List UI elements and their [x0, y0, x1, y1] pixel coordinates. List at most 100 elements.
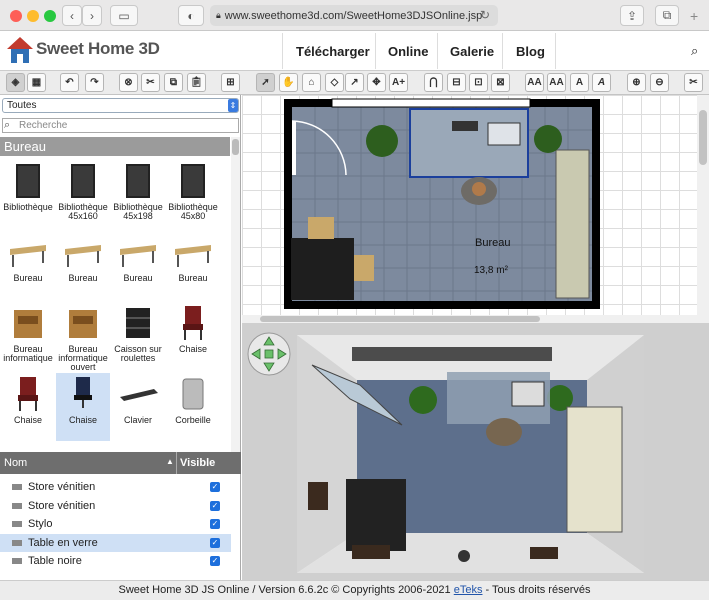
catalog-item-label: Bibliothèque 45x160	[58, 202, 108, 221]
sweethome-logo-icon[interactable]	[6, 35, 34, 65]
select-mode-button[interactable]: ➚	[256, 73, 275, 92]
share-button[interactable]: ⇪	[620, 5, 644, 26]
room-name-label[interactable]: Bureau	[475, 237, 510, 249]
search-input[interactable]: Recherche	[2, 118, 239, 133]
catalog-item[interactable]: Bibliothèque 45x198	[111, 160, 165, 228]
zoom-window-button[interactable]	[44, 10, 56, 22]
col-visible-header[interactable]: Visible	[180, 457, 215, 469]
catalog-item[interactable]: Bibliothèque 45x160	[56, 160, 110, 228]
catalog-item[interactable]: Bureau	[111, 231, 165, 299]
flip-button[interactable]: ⊡	[469, 73, 488, 92]
copy-button[interactable]: ⧉	[164, 73, 183, 92]
catalog-item[interactable]: Chaise	[1, 373, 55, 441]
zoom-out-button[interactable]: ⊖	[650, 73, 669, 92]
delete-button[interactable]: ⊗	[119, 73, 138, 92]
view-list-button[interactable]: ▦	[27, 73, 46, 92]
select-arrows-icon[interactable]: ⇕	[228, 99, 238, 112]
col-name-header[interactable]: Nom	[4, 457, 27, 469]
catalog-scrollbar[interactable]	[231, 137, 240, 452]
reload-icon[interactable]: ↻	[480, 8, 490, 22]
nav-galerie[interactable]: Galerie	[450, 31, 494, 71]
create-walls-button[interactable]: ⌂	[302, 73, 321, 92]
create-polylines-button[interactable]: ↗	[345, 73, 364, 92]
redo-button[interactable]: ↷	[85, 73, 104, 92]
create-rooms-button[interactable]: ◇	[325, 73, 344, 92]
close-window-button[interactable]	[10, 10, 22, 22]
undo-button[interactable]: ↶	[60, 73, 79, 92]
catalog-item[interactable]: Bureau	[56, 231, 110, 299]
catalog-item[interactable]: Clavier	[111, 373, 165, 441]
catalog-item-label: Chaise	[13, 415, 42, 425]
catalog-item[interactable]: Chaise	[166, 302, 220, 370]
view-catalog-button[interactable]: ◈	[6, 73, 25, 92]
search-icon[interactable]: ⌕	[691, 43, 698, 59]
plan-drawing[interactable]	[242, 95, 697, 323]
sidebar-toggle-button[interactable]: ▭	[110, 5, 138, 26]
forward-button[interactable]: ›	[82, 5, 102, 26]
catalog-group-header[interactable]: Bureau	[0, 137, 230, 156]
back-button[interactable]: ‹	[62, 5, 82, 26]
catalog-item-label: Bibliothèque 45x80	[168, 202, 218, 221]
furniture-table-header: Nom ▲ Visible	[0, 452, 241, 474]
tabs-button[interactable]: ⧉	[655, 5, 679, 26]
catalog-item[interactable]: Bureau	[166, 231, 220, 299]
site-logo[interactable]: Sweet Home 3D	[36, 39, 160, 59]
paste-button[interactable]: 📋︎	[187, 73, 206, 92]
cut-button[interactable]: ✂	[141, 73, 160, 92]
visible-checkbox[interactable]: ✓	[210, 519, 220, 529]
minimize-window-button[interactable]	[27, 10, 39, 22]
privacy-button[interactable]: ◐	[178, 5, 204, 26]
import-furniture-button[interactable]: ⋂	[424, 73, 443, 92]
nav-online[interactable]: Online	[388, 31, 428, 71]
table-row[interactable]: Stylo ✓	[0, 515, 231, 533]
bookcase-icon	[6, 162, 50, 200]
increase-text-button[interactable]: AA	[525, 73, 544, 92]
table-row[interactable]: Table en verre ✓	[0, 533, 231, 552]
catalog-item[interactable]: Bibliothèque	[1, 160, 55, 228]
catalog-item[interactable]: Bureau	[1, 231, 55, 299]
nav-telecharger[interactable]: Télécharger	[296, 31, 370, 71]
wastebasket-icon	[171, 375, 215, 413]
eteks-link[interactable]: eTeks	[454, 584, 483, 596]
nav-blog[interactable]: Blog	[516, 31, 545, 71]
plan-view[interactable]: Bureau 13,8 m²	[242, 95, 709, 323]
add-furniture-button[interactable]: ⊞	[221, 73, 240, 92]
catalog-scrollbar-thumb[interactable]	[232, 139, 239, 155]
room-area-label[interactable]: 13,8 m²	[474, 265, 508, 276]
catalog-item[interactable]: Bibliothèque 45x80	[166, 160, 220, 228]
visible-checkbox[interactable]: ✓	[210, 556, 220, 566]
address-bar[interactable]: 🔒︎ www.sweethome3d.com/SweetHome3DJSOnli…	[210, 5, 498, 26]
align-button[interactable]: ⊠	[491, 73, 510, 92]
decrease-text-button[interactable]: AA	[547, 73, 566, 92]
new-tab-button[interactable]: +	[690, 8, 698, 24]
plan-vertical-thumb[interactable]	[699, 110, 707, 165]
3d-view[interactable]	[242, 327, 709, 580]
add-text-button[interactable]: A+	[389, 73, 408, 92]
visible-checkbox[interactable]: ✓	[210, 482, 220, 492]
group-button[interactable]: ⊟	[447, 73, 466, 92]
redo-icon: ↷	[90, 77, 99, 88]
catalog-item-label: Clavier	[123, 415, 152, 425]
catalog-item[interactable]: Bureau informatique ouvert	[56, 302, 110, 372]
catalog-item[interactable]: Bureau informatique	[1, 302, 55, 370]
visible-checkbox[interactable]: ✓	[210, 500, 220, 511]
preferences-button[interactable]: ✂	[684, 73, 703, 92]
table-row[interactable]: Store vénitien ✓	[0, 497, 231, 515]
catalog-item[interactable]: Corbeille	[166, 373, 220, 441]
catalog-item[interactable]: Caisson sur roulettes	[111, 302, 165, 370]
pan-mode-button[interactable]: ✋	[279, 73, 298, 92]
footer-text: Sweet Home 3D JS Online / Version 6.6.2c…	[118, 584, 451, 596]
3d-scene[interactable]	[242, 327, 709, 580]
zoom-in-button[interactable]: ⊕	[627, 73, 646, 92]
table-row[interactable]: Table noire ✓	[0, 552, 231, 570]
keyboard-icon	[116, 375, 160, 413]
plan-horizontal-thumb[interactable]	[260, 316, 540, 322]
visible-checkbox[interactable]: ✓	[210, 537, 220, 548]
category-select[interactable]: Toutes	[2, 98, 239, 113]
italic-text-button[interactable]: A	[592, 73, 611, 92]
catalog-item[interactable]: Chaise	[56, 373, 110, 441]
create-dimensions-button[interactable]: ✥	[367, 73, 386, 92]
table-row[interactable]: Store vénitien ✓	[0, 478, 231, 496]
bold-text-button[interactable]: A	[570, 73, 589, 92]
group-icon: ⊟	[452, 77, 461, 88]
